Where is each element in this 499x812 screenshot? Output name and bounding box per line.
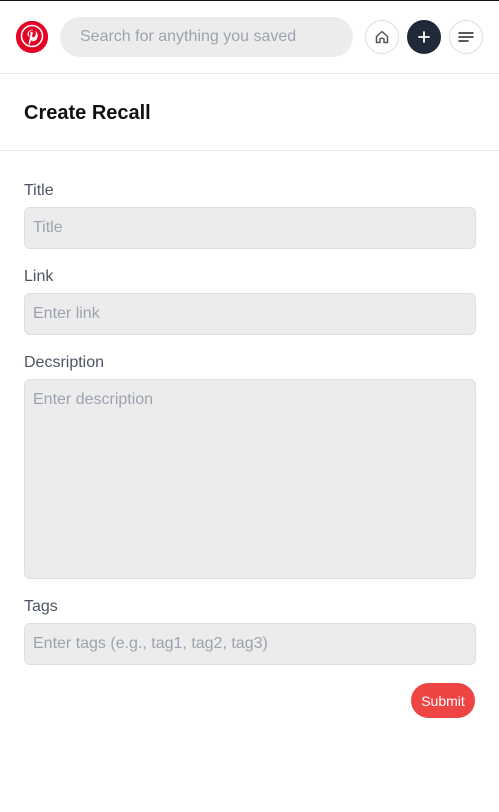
search-input[interactable] (60, 17, 353, 57)
description-textarea[interactable] (24, 379, 476, 579)
title-input[interactable] (24, 207, 476, 249)
hamburger-menu-icon (458, 32, 474, 42)
page-header: Create Recall (0, 74, 499, 151)
menu-button[interactable] (449, 20, 483, 54)
add-button[interactable] (407, 20, 441, 54)
pinterest-logo-icon[interactable] (16, 21, 48, 53)
tags-input[interactable] (24, 623, 476, 665)
description-label: Decsription (24, 354, 105, 371)
plus-icon (418, 31, 430, 43)
home-icon (375, 30, 389, 44)
title-label: Title (24, 182, 54, 199)
page-title: Create Recall (24, 102, 151, 124)
tags-label: Tags (24, 598, 58, 615)
submit-button[interactable]: Submit (411, 683, 475, 718)
home-button[interactable] (365, 20, 399, 54)
link-label: Link (24, 268, 54, 285)
navbar (0, 1, 499, 74)
link-input[interactable] (24, 293, 476, 335)
